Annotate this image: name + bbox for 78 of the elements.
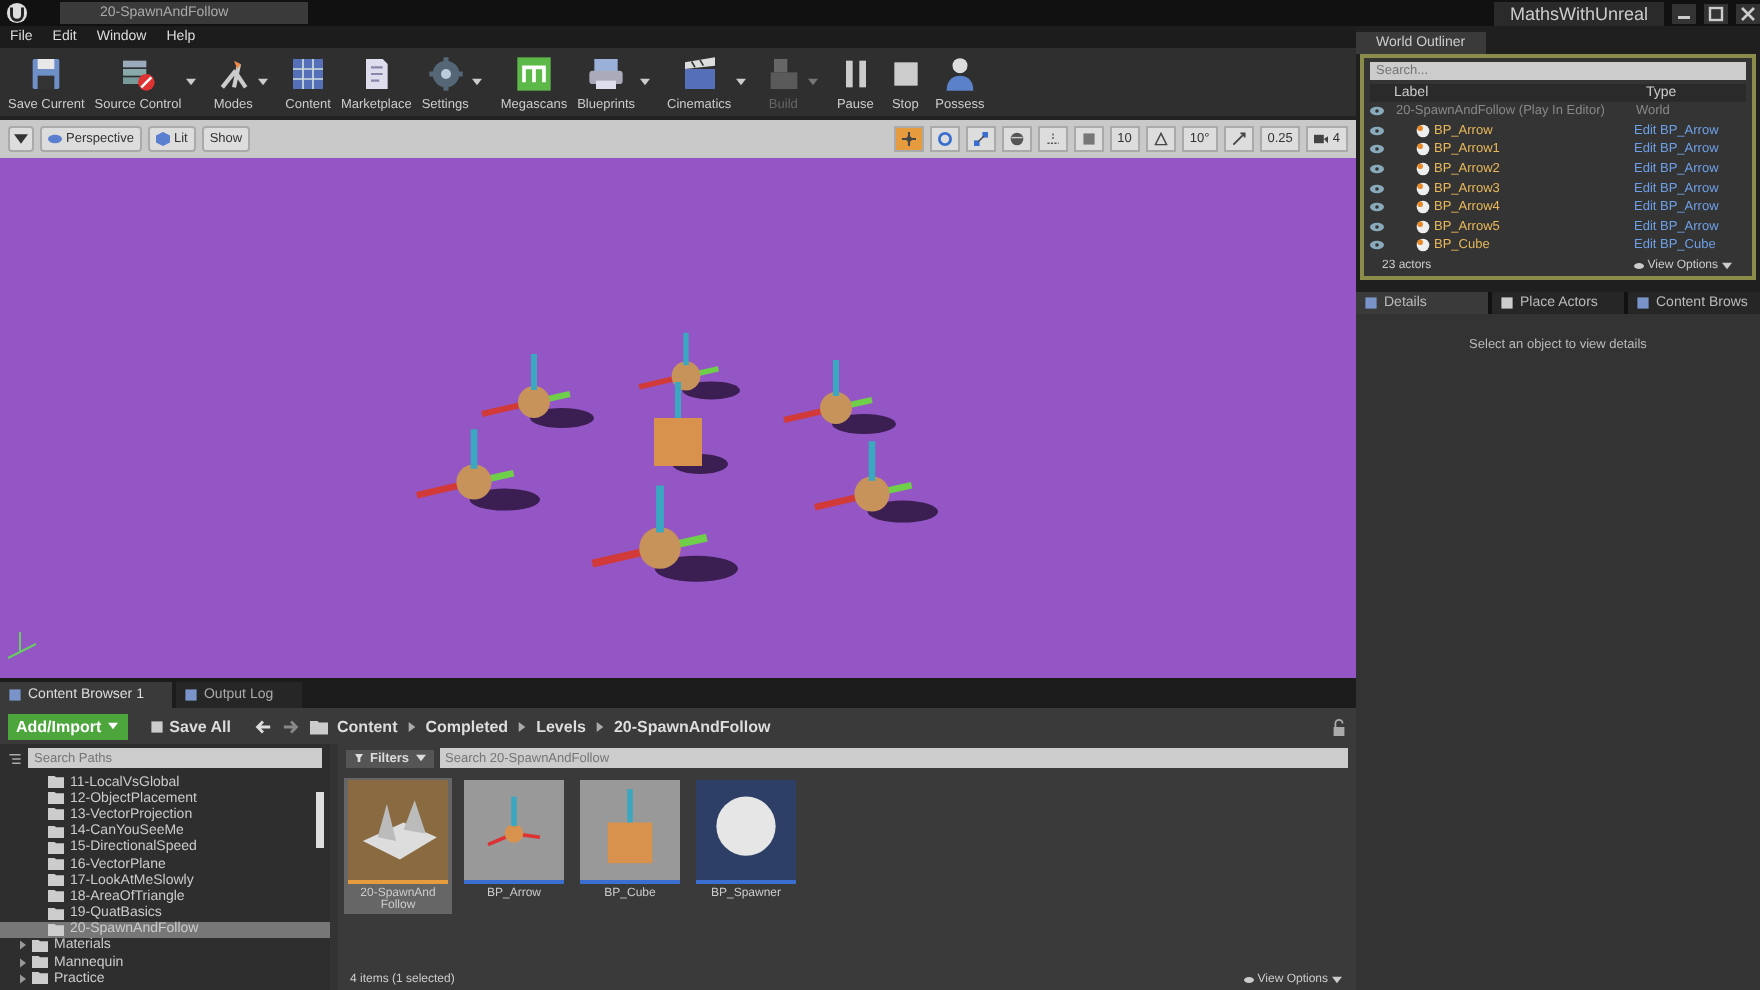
close-icon[interactable] [1736,3,1760,23]
minimize-icon[interactable] [1672,3,1696,23]
actor-icon [1416,142,1430,157]
expand-arrow-icon[interactable] [20,957,26,968]
logo-icon [513,53,554,93]
folder-icon [309,717,328,735]
viewport-menu-button[interactable] [8,126,34,152]
visibility-eye-icon[interactable] [1370,164,1384,175]
viewport-tool-button[interactable] [929,126,960,152]
actor-icon [1416,219,1430,234]
details-icon [1364,295,1378,310]
globe-icon [1009,132,1024,146]
dropdown-caret-icon[interactable] [639,78,649,86]
caret-icon [1332,976,1342,984]
gear-icon [425,53,466,93]
visibility-eye-icon[interactable] [1370,144,1384,155]
actor-icon [1416,238,1430,253]
visibility-eye-icon[interactable] [1370,221,1384,232]
eye-icon [1243,976,1254,984]
save-all-button[interactable]: Save All [137,715,244,737]
project-name: MathsWithUnreal [1493,1,1664,25]
visibility-eye-icon[interactable] [1370,240,1384,251]
shapes-icon [1500,295,1514,310]
breadcrumb-item[interactable]: 20-SpawnAndFollow [613,717,771,735]
chevron-icon [407,721,416,731]
actor-icon [1416,181,1430,196]
camera-icon [1314,132,1329,146]
rotate-icon [937,132,952,146]
printer-icon [586,53,627,93]
dropdown-caret-icon[interactable] [257,78,268,86]
dropdown-caret-icon[interactable] [735,78,746,86]
scrollbar[interactable] [316,792,324,848]
caret-icon [14,132,28,146]
back-arrow-icon[interactable] [253,717,272,735]
camera-icon [48,132,62,146]
viewport-tool-button[interactable] [1073,126,1104,152]
breadcrumb-item[interactable]: Completed [425,717,509,735]
tree-toggle-icon[interactable] [8,751,22,765]
eye-icon [1633,261,1644,270]
viewport-tool-button[interactable] [965,126,996,152]
grid-icon [288,53,329,93]
caret-icon [1722,261,1732,270]
actor-icon [1416,162,1430,177]
expand-arrow-icon[interactable] [20,940,26,951]
surface-snap-icon [1045,132,1060,146]
scale-icon [973,132,988,146]
maximize-icon[interactable] [1704,3,1728,23]
caret-icon [107,722,118,730]
visibility-eye-icon[interactable] [1370,125,1384,136]
panel-icon [183,688,198,702]
grid-icon [1081,132,1096,146]
visibility-eye-icon[interactable] [1370,106,1384,117]
dropdown-caret-icon[interactable] [472,78,483,86]
chevron-icon [518,721,527,731]
viewport-tool-button[interactable] [1001,126,1032,152]
viewport-tool-button[interactable] [1145,126,1176,152]
forward-arrow-icon[interactable] [281,717,300,735]
breadcrumb-item[interactable]: Content [337,717,398,735]
resize-icon [1231,132,1246,146]
grid-icon [1636,295,1650,310]
dropdown-caret-icon[interactable] [185,78,196,86]
expand-arrow-icon[interactable] [20,973,26,984]
viewport-tool-button[interactable] [1223,126,1254,152]
triangle-icon [1153,132,1168,146]
clapperboard-icon [679,53,720,93]
visibility-eye-icon[interactable] [1370,202,1384,213]
panel-icon [8,688,22,702]
actor-icon [1416,200,1430,215]
lock-icon[interactable] [1330,717,1348,735]
filter-icon [354,754,364,762]
viewport-tool-button[interactable] [893,126,924,152]
caret-icon [415,754,426,762]
visibility-eye-icon[interactable] [1370,183,1384,194]
breadcrumb-item[interactable]: Levels [536,717,586,735]
actor-icon [1416,123,1430,138]
chevron-icon [595,721,604,731]
cube-icon [155,132,170,146]
move-icon [901,132,916,146]
